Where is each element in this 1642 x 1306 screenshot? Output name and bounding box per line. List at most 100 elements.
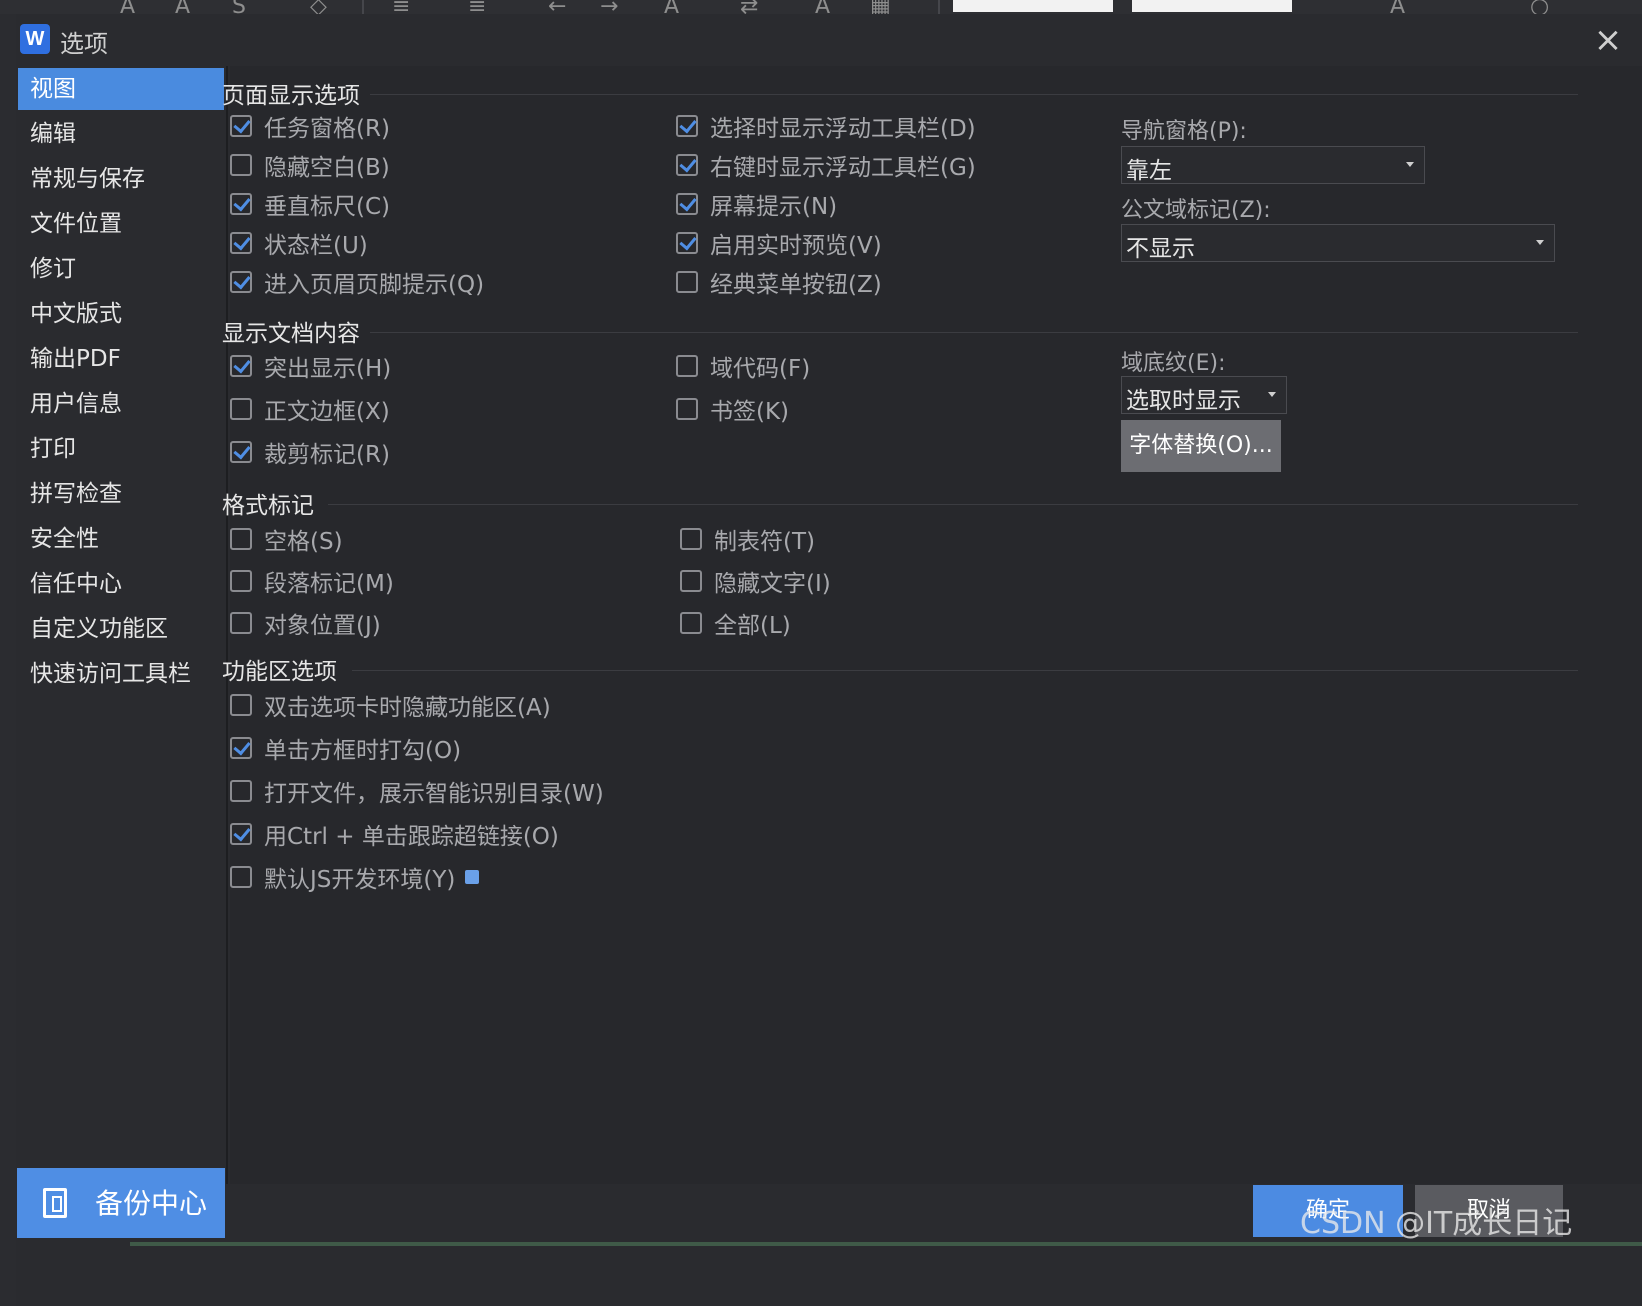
search-icon[interactable]: ○ xyxy=(1530,0,1549,14)
checkbox-vertical-ruler[interactable]: 垂直标尺(C) xyxy=(230,187,390,221)
checkbox-dblclick-hide-ribbon[interactable]: 双击选项卡时隐藏功能区(A) xyxy=(230,688,551,722)
checkbox-box[interactable] xyxy=(230,612,252,634)
checkbox-box[interactable] xyxy=(230,232,252,254)
sidebar-item-spell-check[interactable]: 拼写检查 xyxy=(18,473,224,515)
checkbox-field-codes[interactable]: 域代码(F) xyxy=(676,349,810,383)
checkbox-box[interactable] xyxy=(676,154,698,176)
sidebar-item-trust-center[interactable]: 信任中心 xyxy=(18,563,224,605)
checkbox-show-all[interactable]: 全部(L) xyxy=(680,606,791,640)
checkbox-box[interactable] xyxy=(230,154,252,176)
checkbox-paragraph-marks[interactable]: 段落标记(M) xyxy=(230,564,394,598)
checkbox-label: 垂直标尺(C) xyxy=(264,194,391,220)
checkbox-box[interactable] xyxy=(676,115,698,137)
font-decrease-icon[interactable]: A xyxy=(175,0,190,14)
strikethrough-icon[interactable]: S xyxy=(232,0,246,14)
checkbox-box[interactable] xyxy=(680,570,702,592)
backup-center-label: 备份中心 xyxy=(95,1187,208,1220)
checkbox-highlight[interactable]: 突出显示(H) xyxy=(230,349,391,383)
doc-field-mark-select[interactable]: 不显示 xyxy=(1121,224,1555,262)
close-icon[interactable]: × xyxy=(1586,18,1630,62)
checkbox-header-footer-tip[interactable]: 进入页眉页脚提示(Q) xyxy=(230,265,484,299)
checkbox-label: 屏幕提示(N) xyxy=(710,194,838,220)
ok-button[interactable]: 确定 xyxy=(1253,1185,1403,1237)
sidebar-item-edit[interactable]: 编辑 xyxy=(18,113,224,155)
checkbox-box[interactable] xyxy=(230,441,252,463)
checkbox-box[interactable] xyxy=(230,115,252,137)
eraser-icon[interactable]: ◇ xyxy=(310,0,327,14)
checkbox-spaces[interactable]: 空格(S) xyxy=(230,522,343,556)
table-icon[interactable]: ▦ xyxy=(870,0,891,14)
checkbox-label: 选择时显示浮动工具栏(D) xyxy=(710,116,976,142)
checkbox-box[interactable] xyxy=(230,398,252,420)
checkbox-box[interactable] xyxy=(230,694,252,716)
checkbox-status-bar[interactable]: 状态栏(U) xyxy=(230,226,368,260)
sidebar-item-revision[interactable]: 修订 xyxy=(18,248,224,290)
checkbox-task-pane[interactable]: 任务窗格(R) xyxy=(230,109,390,143)
checkbox-float-toolbar-right-click[interactable]: 右键时显示浮动工具栏(G) xyxy=(676,148,976,182)
checkbox-float-toolbar-select[interactable]: 选择时显示浮动工具栏(D) xyxy=(676,109,976,143)
sidebar-item-print[interactable]: 打印 xyxy=(18,428,224,470)
checkbox-classic-menu[interactable]: 经典菜单按钮(Z) xyxy=(676,265,882,299)
font-increase-icon[interactable]: A xyxy=(120,0,135,14)
checkbox-box[interactable] xyxy=(676,232,698,254)
sidebar-item-general[interactable]: 常规与保存 xyxy=(18,158,224,200)
checkbox-label: 任务窗格(R) xyxy=(264,116,390,142)
checkbox-box[interactable] xyxy=(230,866,252,888)
sidebar-item-file-location[interactable]: 文件位置 xyxy=(18,203,224,245)
style-preview-1[interactable] xyxy=(953,0,1113,12)
checkbox-box[interactable] xyxy=(230,528,252,550)
checkbox-screen-tips[interactable]: 屏幕提示(N) xyxy=(676,187,837,221)
increase-indent-icon[interactable]: → xyxy=(600,0,618,14)
sidebar-item-security[interactable]: 安全性 xyxy=(18,518,224,560)
sort-icon[interactable]: A xyxy=(815,0,830,14)
sidebar-item-customize-ribbon[interactable]: 自定义功能区 xyxy=(18,608,224,650)
checkbox-text-boundary[interactable]: 正文边框(X) xyxy=(230,392,390,426)
checkbox-js-dev-env[interactable]: 默认JS开发环境(Y) xyxy=(230,860,480,894)
style-preview-2[interactable] xyxy=(1132,0,1292,12)
sidebar-item-chinese-layout[interactable]: 中文版式 xyxy=(18,293,224,335)
checkbox-box[interactable] xyxy=(676,193,698,215)
field-shading-select[interactable]: 选取时显示 xyxy=(1121,376,1287,414)
checkbox-box[interactable] xyxy=(230,271,252,293)
checkbox-label: 双击选项卡时隐藏功能区(A) xyxy=(264,695,551,721)
text-style-icon[interactable]: A xyxy=(664,0,679,14)
sidebar-item-view[interactable]: 视图 xyxy=(18,68,224,110)
checkbox-box[interactable] xyxy=(230,355,252,377)
line-spacing-icon[interactable]: ⇄ xyxy=(740,0,758,14)
checkbox-box[interactable] xyxy=(680,612,702,634)
checkbox-box[interactable] xyxy=(676,398,698,420)
checkbox-box[interactable] xyxy=(230,780,252,802)
decrease-indent-icon[interactable]: ← xyxy=(548,0,566,14)
chevron-down-icon xyxy=(1268,392,1276,397)
checkbox-box[interactable] xyxy=(676,355,698,377)
checkbox-crop-marks[interactable]: 裁剪标记(R) xyxy=(230,435,390,469)
numbered-list-icon[interactable]: ≡ xyxy=(468,0,486,14)
checkbox-click-to-check[interactable]: 单击方框时打勾(O) xyxy=(230,731,461,765)
checkbox-box[interactable] xyxy=(230,193,252,215)
backup-icon xyxy=(43,1188,67,1218)
style-pen-icon[interactable]: A xyxy=(1390,0,1405,14)
cancel-button[interactable]: 取消 xyxy=(1415,1185,1563,1237)
checkbox-hidden-text[interactable]: 隐藏文字(I) xyxy=(680,564,831,598)
checkbox-bookmarks[interactable]: 书签(K) xyxy=(676,392,789,426)
checkbox-live-preview[interactable]: 启用实时预览(V) xyxy=(676,226,882,260)
checkbox-object-anchors[interactable]: 对象位置(J) xyxy=(230,606,381,640)
checkbox-tab-characters[interactable]: 制表符(T) xyxy=(680,522,815,556)
checkbox-box[interactable] xyxy=(230,737,252,759)
backup-center-button[interactable]: 备份中心 xyxy=(17,1168,225,1238)
checkbox-box[interactable] xyxy=(676,271,698,293)
checkbox-smart-toc[interactable]: 打开文件，展示智能识别目录(W) xyxy=(230,774,604,808)
checkbox-box[interactable] xyxy=(680,528,702,550)
checkbox-hide-blank[interactable]: 隐藏空白(B) xyxy=(230,148,390,182)
bullet-list-icon[interactable]: ≡ xyxy=(392,0,410,14)
font-replace-button[interactable]: 字体替换(O)... xyxy=(1121,420,1281,472)
nav-pane-select[interactable]: 靠左 xyxy=(1121,146,1425,184)
help-icon[interactable] xyxy=(465,870,480,884)
checkbox-label: 默认JS开发环境(Y) xyxy=(264,867,456,893)
sidebar-item-user-info[interactable]: 用户信息 xyxy=(18,383,224,425)
checkbox-ctrl-click-link[interactable]: 用Ctrl + 单击跟踪超链接(O) xyxy=(230,817,559,851)
checkbox-box[interactable] xyxy=(230,823,252,845)
checkbox-box[interactable] xyxy=(230,570,252,592)
sidebar-item-export-pdf[interactable]: 输出PDF xyxy=(18,338,224,380)
sidebar-item-quick-access[interactable]: 快速访问工具栏 xyxy=(18,653,224,695)
